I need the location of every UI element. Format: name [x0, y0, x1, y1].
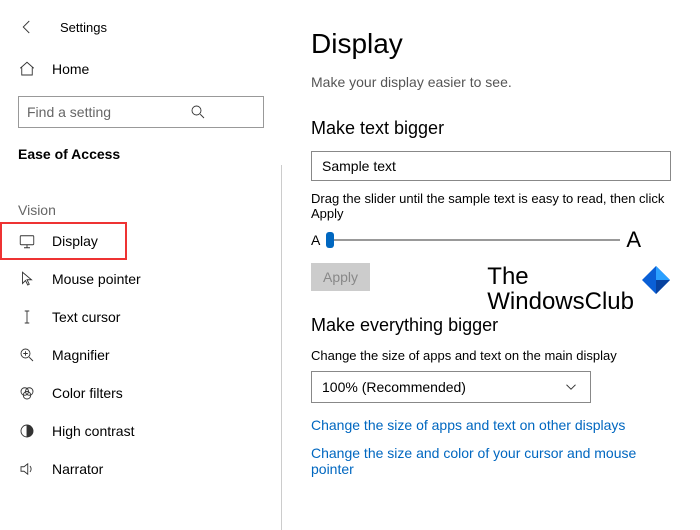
text-size-slider[interactable]: A A — [311, 227, 641, 253]
watermark-text: TheWindowsClub — [487, 264, 634, 314]
sidebar-item-high-contrast[interactable]: High contrast — [0, 412, 282, 450]
chevron-down-icon — [562, 378, 580, 396]
narrator-icon — [18, 460, 36, 478]
search-icon — [141, 103, 255, 121]
sidebar-item-text-cursor[interactable]: Text cursor — [0, 298, 282, 336]
page-subtitle: Make your display easier to see. — [311, 74, 680, 90]
everything-bigger-desc: Change the size of apps and text on the … — [311, 348, 680, 363]
cursor-icon — [18, 270, 36, 288]
monitor-icon — [18, 232, 36, 250]
sidebar-item-display[interactable]: Display — [0, 222, 127, 260]
home-icon — [18, 60, 36, 78]
sidebar-item-mouse-pointer[interactable]: Mouse pointer — [0, 260, 282, 298]
search-placeholder: Find a setting — [27, 104, 141, 120]
section-make-everything-bigger: Make everything bigger — [311, 315, 680, 336]
watermark: TheWindowsClub — [487, 264, 672, 314]
home-label: Home — [52, 61, 89, 77]
main-content: Display Make your display easier to see.… — [283, 0, 700, 530]
nav-label: Magnifier — [52, 347, 110, 363]
slider-thumb[interactable] — [326, 232, 334, 248]
high-contrast-icon — [18, 422, 36, 440]
group-label: Vision — [0, 174, 282, 222]
sample-text-box: Sample text — [311, 151, 671, 181]
magnifier-icon — [18, 346, 36, 364]
nav-label: Mouse pointer — [52, 271, 141, 287]
sidebar-item-narrator[interactable]: Narrator — [0, 450, 282, 488]
sidebar-item-magnifier[interactable]: Magnifier — [0, 336, 282, 374]
nav-label: Display — [52, 233, 98, 249]
nav-label: Color filters — [52, 385, 123, 401]
scale-dropdown[interactable]: 100% (Recommended) — [311, 371, 591, 403]
text-cursor-icon — [18, 308, 36, 326]
watermark-logo-icon — [640, 264, 672, 296]
divider — [281, 165, 282, 530]
sidebar-home[interactable]: Home — [0, 50, 282, 88]
nav-label: High contrast — [52, 423, 134, 439]
nav-label: Text cursor — [52, 309, 120, 325]
dropdown-value: 100% (Recommended) — [322, 379, 466, 395]
window-title: Settings — [60, 20, 107, 35]
scale-big-a: A — [626, 227, 641, 253]
sidebar: Settings Home Find a setting Ease of Acc… — [0, 0, 283, 530]
section-label: Ease of Access — [0, 142, 282, 174]
nav-label: Narrator — [52, 461, 103, 477]
color-filters-icon — [18, 384, 36, 402]
sidebar-item-color-filters[interactable]: Color filters — [0, 374, 282, 412]
arrow-left-icon — [18, 18, 36, 36]
slider-instruction: Drag the slider until the sample text is… — [311, 191, 680, 221]
link-other-displays[interactable]: Change the size of apps and text on othe… — [311, 417, 680, 433]
page-title: Display — [311, 28, 680, 60]
apply-button[interactable]: Apply — [311, 263, 370, 291]
section-make-text-bigger: Make text bigger — [311, 118, 680, 139]
back-button[interactable] — [18, 18, 36, 36]
link-cursor-pointer[interactable]: Change the size and color of your cursor… — [311, 445, 680, 477]
search-input[interactable]: Find a setting — [18, 96, 264, 128]
slider-track[interactable] — [326, 239, 620, 241]
scale-small-a: A — [311, 232, 320, 248]
